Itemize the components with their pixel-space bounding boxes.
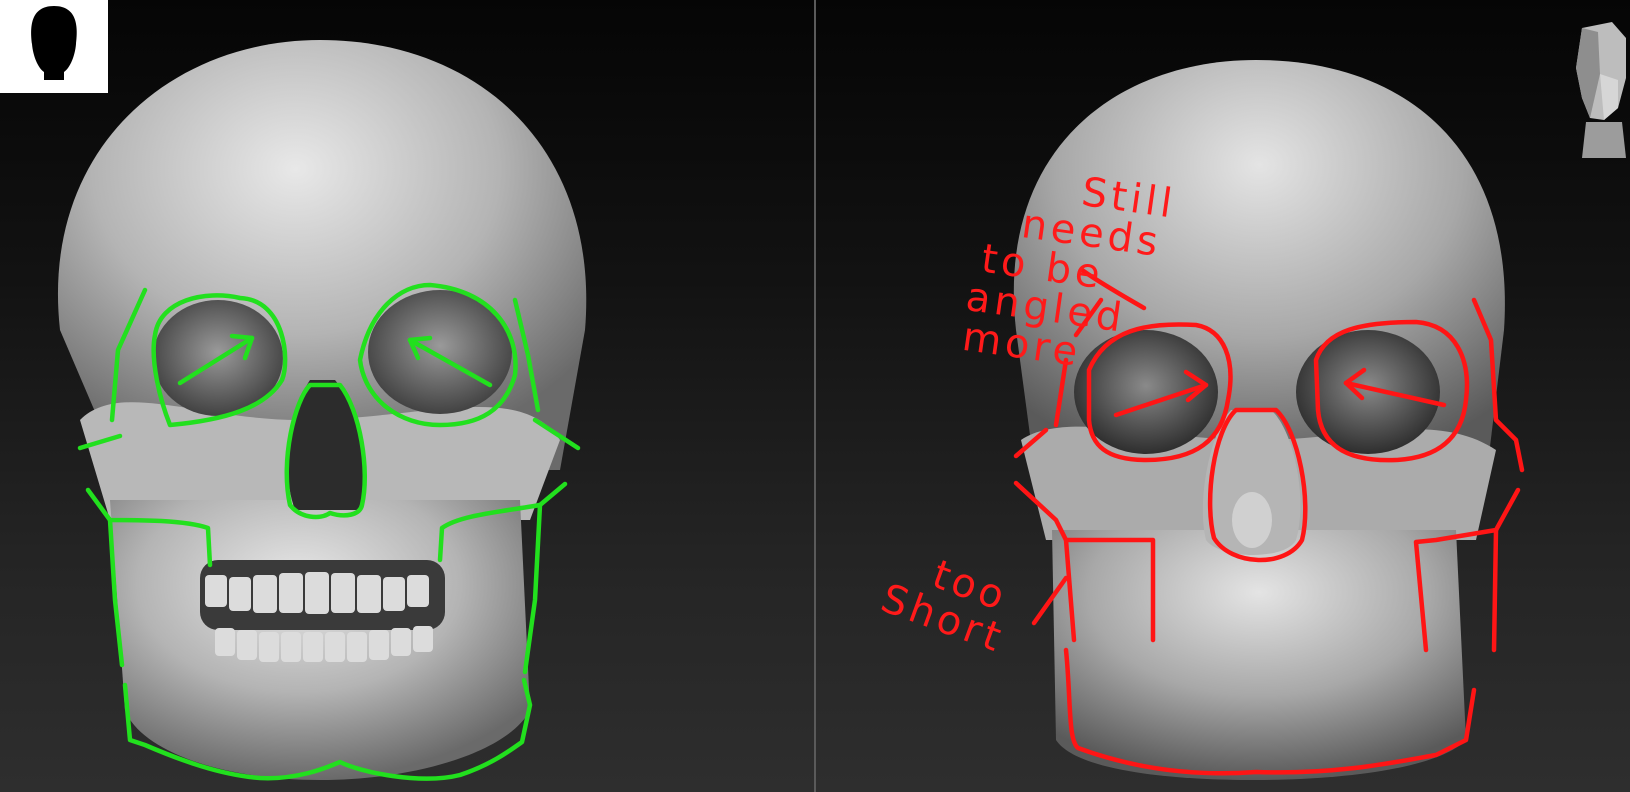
reference-overlay: [77, 282, 581, 781]
sculpt-viewport[interactable]: Still needs to be angled more too Short: [816, 0, 1630, 792]
annotation-still-needs-angled: Still needs to be angled more: [959, 169, 1179, 377]
head-silhouette-thumbnail[interactable]: [0, 0, 108, 93]
reference-viewport[interactable]: [0, 0, 814, 792]
planar-head-thumbnail[interactable]: [1560, 18, 1630, 168]
head-silhouette-icon: [31, 6, 77, 80]
sculpt-overlay: [1013, 267, 1525, 776]
planar-head-icon: [1576, 22, 1626, 158]
